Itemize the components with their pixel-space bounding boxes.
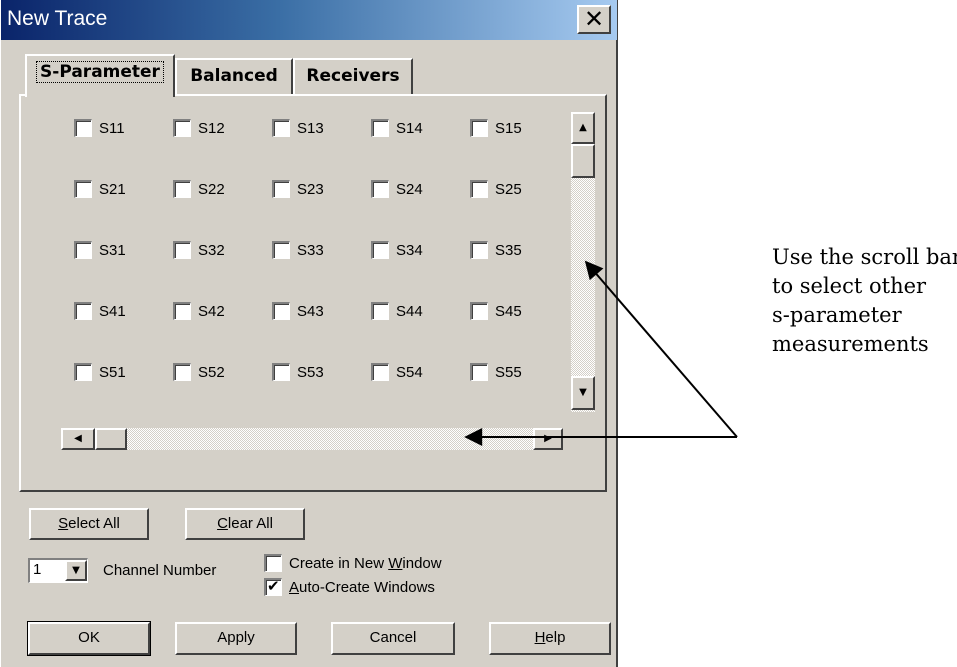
annotation-line: to select other (772, 274, 927, 298)
annotation-line: measurements (772, 332, 929, 356)
annotation-line: s-parameter (772, 303, 902, 327)
tab-s-parameter-label: S-Parameter (36, 61, 164, 83)
scrollbar-annotation: Use the scroll bar to select other s-par… (772, 243, 957, 359)
tab-s-parameter[interactable]: S-Parameter (25, 54, 175, 97)
arrow-to-vertical-scrollbar (584, 260, 738, 438)
annotation-line: Use the scroll bar (772, 245, 957, 269)
